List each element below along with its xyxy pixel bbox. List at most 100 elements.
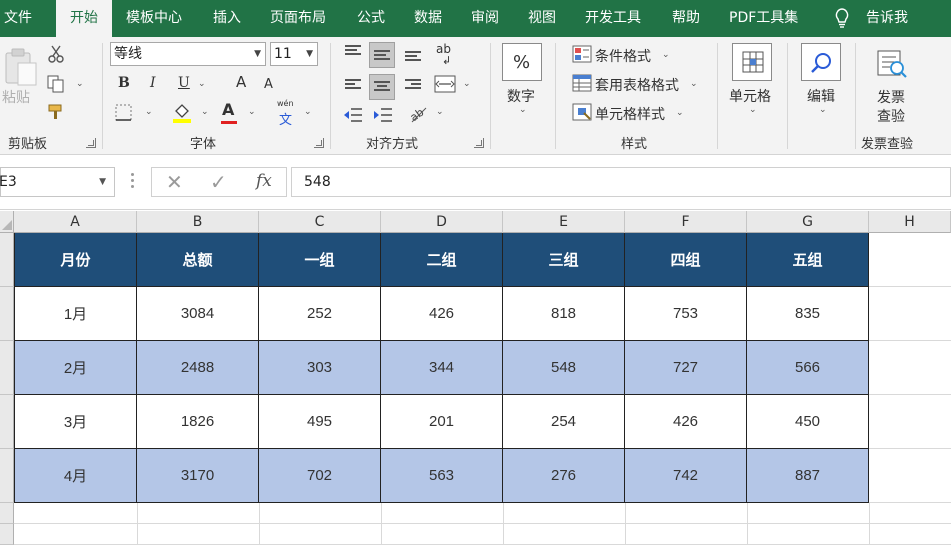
table-cell[interactable]: 1月: [15, 287, 137, 341]
row-header[interactable]: [0, 524, 14, 545]
tab-view[interactable]: 视图: [528, 0, 556, 37]
table-cell[interactable]: 4月: [15, 449, 137, 503]
column-header-e[interactable]: E: [503, 211, 625, 233]
table-cell[interactable]: 344: [381, 341, 503, 395]
table-cell[interactable]: 753: [625, 287, 747, 341]
table-cell-selected[interactable]: 548: [503, 341, 625, 395]
table-cell[interactable]: 835: [747, 287, 869, 341]
table-cell[interactable]: 702: [259, 449, 381, 503]
column-header-h[interactable]: H: [869, 211, 951, 233]
number-dropdown-chevron-icon[interactable]: ⌄: [519, 105, 527, 115]
table-cell[interactable]: 742: [625, 449, 747, 503]
merge-center-icon[interactable]: [434, 75, 456, 93]
table-header-cell[interactable]: 月份: [15, 233, 137, 287]
align-bottom-icon[interactable]: [405, 51, 421, 63]
row-header[interactable]: [0, 503, 14, 524]
shrink-font-button[interactable]: A: [264, 77, 273, 92]
table-header-cell[interactable]: 四组: [625, 233, 747, 287]
fill-color-icon[interactable]: [171, 101, 193, 123]
row-header[interactable]: [0, 449, 14, 503]
cells-dropdown-chevron-icon[interactable]: ⌄: [749, 105, 757, 115]
paste-icon[interactable]: [4, 47, 40, 89]
column-header-f[interactable]: F: [625, 211, 747, 233]
font-name-select[interactable]: 等线 ▼: [110, 42, 266, 66]
align-middle-button[interactable]: [369, 42, 395, 68]
table-header-cell[interactable]: 总额: [137, 233, 259, 287]
column-header-c[interactable]: C: [259, 211, 381, 233]
table-cell[interactable]: 426: [381, 287, 503, 341]
clipboard-launcher-icon[interactable]: [86, 138, 96, 148]
align-left-icon[interactable]: [345, 79, 361, 91]
cells-button[interactable]: [732, 43, 772, 81]
invoice-check-icon[interactable]: [876, 49, 908, 79]
formula-input[interactable]: 548: [291, 167, 951, 197]
copy-icon[interactable]: [47, 75, 65, 93]
cancel-icon[interactable]: ✕: [166, 170, 183, 194]
table-cell[interactable]: 276: [503, 449, 625, 503]
tab-help[interactable]: 帮助: [672, 0, 700, 37]
table-cell[interactable]: 201: [381, 395, 503, 449]
table-header-cell[interactable]: 三组: [503, 233, 625, 287]
tab-data[interactable]: 数据: [414, 0, 442, 37]
table-cell[interactable]: 1826: [137, 395, 259, 449]
tab-insert[interactable]: 插入: [213, 0, 241, 37]
tab-page-layout[interactable]: 页面布局: [270, 0, 326, 37]
table-cell[interactable]: 818: [503, 287, 625, 341]
align-center-button[interactable]: [369, 74, 395, 100]
table-cell[interactable]: 254: [503, 395, 625, 449]
italic-button[interactable]: I: [150, 75, 156, 91]
alignment-launcher-icon[interactable]: [474, 138, 484, 148]
table-cell[interactable]: 252: [259, 287, 381, 341]
column-header-b[interactable]: B: [137, 211, 259, 233]
grow-font-button[interactable]: A: [236, 73, 246, 91]
editing-dropdown-chevron-icon[interactable]: ⌄: [819, 105, 827, 115]
tab-file[interactable]: 文件: [4, 0, 32, 37]
increase-indent-icon[interactable]: [373, 107, 393, 123]
table-cell[interactable]: 566: [747, 341, 869, 395]
fill-color-dropdown-chevron-icon[interactable]: ⌄: [201, 107, 209, 117]
align-right-icon[interactable]: [405, 79, 421, 91]
table-cell[interactable]: 450: [747, 395, 869, 449]
format-painter-icon[interactable]: [47, 103, 65, 121]
paste-button-label[interactable]: 粘贴: [2, 87, 30, 107]
column-header-d[interactable]: D: [381, 211, 503, 233]
borders-icon[interactable]: [115, 104, 133, 122]
merge-dropdown-chevron-icon[interactable]: ⌄: [463, 79, 471, 89]
phonetic-dropdown-chevron-icon[interactable]: ⌄: [304, 107, 312, 117]
table-header-cell[interactable]: 一组: [259, 233, 381, 287]
table-header-cell[interactable]: 二组: [381, 233, 503, 287]
row-header[interactable]: [0, 287, 14, 341]
align-top-icon[interactable]: [345, 45, 361, 57]
tab-home[interactable]: 开始: [56, 0, 112, 37]
bold-button[interactable]: B: [118, 75, 130, 91]
table-cell[interactable]: 495: [259, 395, 381, 449]
font-size-select[interactable]: 11 ▼: [270, 42, 318, 66]
enter-check-icon[interactable]: ✓: [210, 170, 227, 194]
copy-dropdown-chevron-icon[interactable]: ⌄: [76, 79, 84, 89]
table-cell[interactable]: 2488: [137, 341, 259, 395]
row-header[interactable]: [0, 233, 14, 287]
borders-dropdown-chevron-icon[interactable]: ⌄: [145, 107, 153, 117]
font-color-dropdown-chevron-icon[interactable]: ⌄: [248, 107, 256, 117]
font-launcher-icon[interactable]: [314, 138, 324, 148]
tab-tell-me[interactable]: 告诉我: [866, 0, 908, 37]
editing-button[interactable]: [801, 43, 841, 81]
underline-dropdown-chevron-icon[interactable]: ⌄: [198, 79, 206, 89]
table-header-cell[interactable]: 五组: [747, 233, 869, 287]
cells-label[interactable]: 单元格: [729, 86, 771, 106]
table-cell[interactable]: 426: [625, 395, 747, 449]
name-box[interactable]: E3 ▼: [0, 167, 115, 197]
number-label[interactable]: 数字: [507, 86, 535, 106]
row-header[interactable]: [0, 395, 14, 449]
table-cell[interactable]: 2月: [15, 341, 137, 395]
text-orientation-icon[interactable]: ab: [408, 105, 428, 123]
select-all-corner[interactable]: [0, 211, 14, 233]
row-header[interactable]: [0, 341, 14, 395]
tab-developer[interactable]: 开发工具: [585, 0, 641, 37]
tab-review[interactable]: 审阅: [471, 0, 499, 37]
table-cell[interactable]: 3170: [137, 449, 259, 503]
table-cell[interactable]: 3月: [15, 395, 137, 449]
editing-label[interactable]: 编辑: [807, 86, 835, 106]
invoice-button-line2[interactable]: 查验: [877, 106, 905, 126]
table-cell[interactable]: 303: [259, 341, 381, 395]
